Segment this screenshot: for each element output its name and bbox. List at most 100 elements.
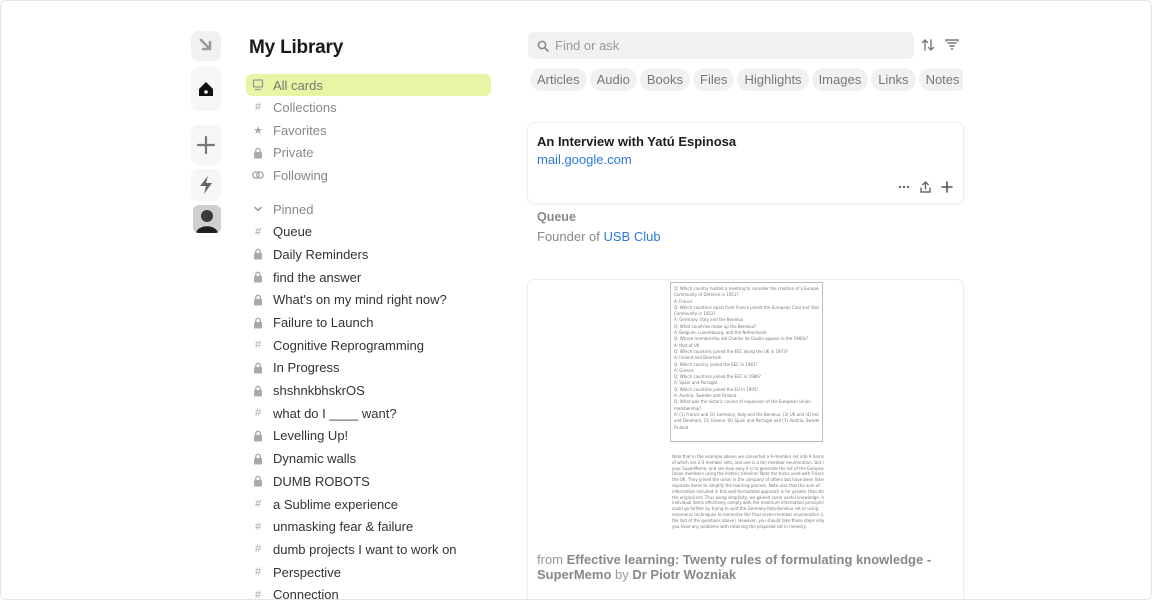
pinned-section-label: Pinned <box>273 201 314 217</box>
pinned-list: # Queue Daily Reminders find the answer What… <box>246 220 491 600</box>
hash-icon: # <box>254 339 262 352</box>
document-preview-image: Q: Which country hosted a meeting to con… <box>650 280 840 542</box>
filter-chip[interactable]: Audio <box>589 68 637 91</box>
sort-button[interactable] <box>921 38 935 52</box>
type-filter-chips: Articles Audio Books Files Highlights Images L… <box>530 68 963 92</box>
document-line: the last of the questions above). Howeve… <box>672 517 824 523</box>
lock-icon <box>252 475 264 487</box>
document-line: you have any problems with retaining the… <box>672 523 807 529</box>
avatar-image <box>193 205 221 233</box>
sidebar-item-label: Favorites <box>273 122 327 138</box>
pinned-item-label: What's on my mind right now? <box>273 292 447 308</box>
document-paragraph: Note that in the example above, we conve… <box>672 454 824 529</box>
source-from: from <box>537 552 567 567</box>
more-options-icon[interactable] <box>898 185 910 189</box>
pinned-item-label: Dynamic walls <box>273 451 357 467</box>
filter-chip[interactable]: Articles <box>530 68 587 91</box>
pinned-item[interactable]: # what do I ____ want? <box>246 402 491 425</box>
document-line: Q: What was the historic course of expan… <box>674 399 811 405</box>
sidebar-item-favorites[interactable]: ★ Favorites <box>246 119 491 142</box>
hash-icon: # <box>254 498 262 511</box>
sidebar-item-collections[interactable]: # Collections <box>246 96 491 119</box>
add-to-collection-icon[interactable] <box>941 181 953 193</box>
lock-icon <box>252 294 264 306</box>
user-avatar[interactable] <box>193 205 221 233</box>
pinned-item[interactable]: # Connection <box>246 583 491 600</box>
pinned-item[interactable]: Failure to Launch <box>246 311 491 334</box>
filter-button[interactable] <box>945 38 959 52</box>
pinned-item-label: Levelling Up! <box>273 428 349 444</box>
hash-icon: # <box>254 520 262 533</box>
home-button[interactable] <box>191 67 221 111</box>
card-actions <box>888 181 953 193</box>
queue-title: Queue <box>537 210 576 224</box>
collapse-arrow-button[interactable] <box>191 31 221 61</box>
usb-club-link[interactable]: USB Club <box>604 229 661 244</box>
pinned-item-label: what do I ____ want? <box>273 405 397 421</box>
pinned-item[interactable]: # a Sublime experience <box>246 493 491 516</box>
sidebar-item-following[interactable]: Following <box>246 164 491 187</box>
source-author-link[interactable]: Dr Piotr Wozniak <box>632 567 736 582</box>
sidebar-item-label: Collections <box>273 99 337 115</box>
pinned-item-label: Perspective <box>273 564 341 580</box>
lock-icon <box>252 317 264 329</box>
card-title[interactable]: An Interview with Yatú Espinosa <box>537 134 736 149</box>
pinned-item[interactable]: Dynamic walls <box>246 447 491 470</box>
filter-chip[interactable]: Links <box>871 68 916 91</box>
filter-chip[interactable]: Highlights <box>737 68 809 91</box>
arrow-down-right-icon <box>199 38 212 51</box>
card-link[interactable]: mail.google.com <box>537 152 632 167</box>
lock-icon <box>252 453 264 465</box>
quick-action-button[interactable] <box>191 169 221 201</box>
lock-icon <box>252 385 264 397</box>
sidebar-nav: All cards # Collections ★ Favorites Priv… <box>246 74 491 600</box>
pinned-item[interactable]: # Queue <box>246 220 491 243</box>
page-title: My Library <box>249 37 344 58</box>
document-line: Note that in the example above, we conve… <box>672 454 824 459</box>
pinned-item-label: shshnkbhskrOS <box>273 383 365 399</box>
filter-chip[interactable]: Notes <box>918 68 963 91</box>
pinned-item[interactable]: Levelling Up! <box>246 425 491 448</box>
search-icon <box>537 40 549 52</box>
pinned-item[interactable]: # dumb projects I want to work on <box>246 538 491 561</box>
pinned-item-label: Cognitive Reprogramming <box>273 337 425 353</box>
plus-icon <box>197 136 215 154</box>
pinned-item[interactable]: In Progress <box>246 357 491 380</box>
pinned-item[interactable]: # Perspective <box>246 561 491 584</box>
pinned-item[interactable]: # unmasking fear & failure <box>246 515 491 538</box>
document-line: of which are 2-3 member sets, and one is… <box>672 459 824 465</box>
share-icon[interactable] <box>920 181 931 193</box>
filter-chip[interactable]: Books <box>639 68 691 91</box>
lock-icon <box>252 147 264 159</box>
add-button[interactable] <box>191 125 221 165</box>
search-input[interactable] <box>555 38 895 53</box>
queue-note[interactable]: Queue Founder of USB Club <box>537 210 661 244</box>
card-highlight-image[interactable]: Q: Which country hosted a meeting to con… <box>528 280 963 599</box>
hash-icon: # <box>254 588 262 600</box>
source-by: by <box>611 567 633 582</box>
pinned-item[interactable]: shshnkbhskrOS <box>246 379 491 402</box>
pinned-item[interactable]: find the answer <box>246 266 491 289</box>
card-interview[interactable]: An Interview with Yatú Espinosa mail.goo… <box>528 123 963 203</box>
sidebar-item-label: All cards <box>273 77 323 93</box>
filter-chip[interactable]: Files <box>693 68 735 91</box>
filter-chip[interactable]: Images <box>811 68 869 91</box>
sidebar-item-all-cards[interactable]: All cards <box>246 74 491 96</box>
pinned-item[interactable]: DUMB ROBOTS <box>246 470 491 493</box>
sidebar-item-private[interactable]: Private <box>246 141 491 164</box>
pinned-item-label: a Sublime experience <box>273 496 399 512</box>
search-bar[interactable] <box>528 32 914 59</box>
following-icon <box>252 169 264 181</box>
home-icon <box>199 82 213 96</box>
sidebar-item-label: Private <box>273 145 314 161</box>
document-line: information included in this well-formul… <box>672 488 824 494</box>
pinned-item[interactable]: # Cognitive Reprogramming <box>246 334 491 357</box>
app-window: My Library All cards # Collections ★ Fav… <box>0 0 1152 600</box>
document-line: and Denmark, (5) Greece, (6) Spain and P… <box>674 418 819 424</box>
pinned-section-toggle[interactable]: Pinned <box>246 198 491 221</box>
queue-description: Founder of USB Club <box>537 229 661 244</box>
pinned-item[interactable]: What's on my mind right now? <box>246 289 491 312</box>
sort-icon <box>921 39 935 51</box>
pinned-item-label: In Progress <box>273 360 340 376</box>
pinned-item[interactable]: Daily Reminders <box>246 243 491 266</box>
